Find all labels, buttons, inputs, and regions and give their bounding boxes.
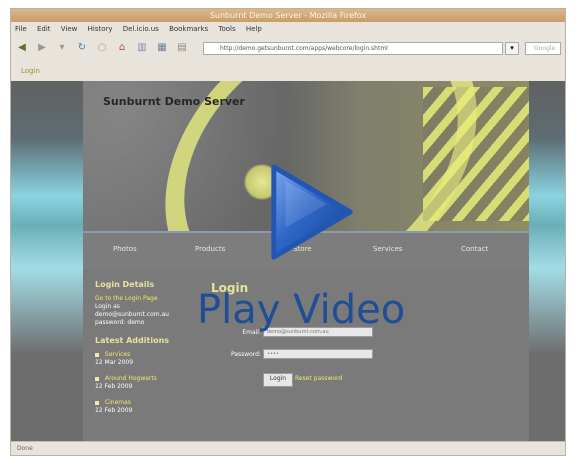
- search-placeholder: Google: [534, 45, 556, 52]
- calendar-icon[interactable]: ▦: [155, 41, 169, 55]
- login-heading: Login: [211, 281, 249, 295]
- window-titlebar: Sunburnt Demo Server - Mozilla Firefox: [11, 9, 565, 22]
- bullet-icon: [95, 376, 99, 381]
- chart-icon[interactable]: ▥: [135, 41, 149, 55]
- list-item: Cinemas 12 Feb 2009: [95, 399, 203, 415]
- password-field[interactable]: ••••: [263, 349, 373, 359]
- site-title: Sunburnt Demo Server: [103, 95, 245, 108]
- email-field[interactable]: demo@sunburnt.com.au: [263, 327, 373, 337]
- print-icon[interactable]: ▤: [175, 41, 189, 55]
- login-page-link[interactable]: Go to the Login Page: [95, 295, 203, 303]
- tab-bar: Login: [11, 65, 565, 82]
- login-details-heading: Login Details: [95, 280, 155, 289]
- page-content: Login Details Go to the Login Page Login…: [83, 269, 529, 441]
- latest-additions-heading: Latest Additions: [95, 336, 170, 345]
- latest-date-around-hogwarts: 12 Feb 2009: [95, 383, 133, 390]
- sidebar-content: Login Details Go to the Login Page Login…: [95, 281, 203, 423]
- bullet-icon: [95, 400, 99, 405]
- status-text: Done: [17, 445, 33, 452]
- email-value: demo@sunburnt.com.au: [267, 329, 329, 335]
- login-form: Login Email: demo@sunburnt.com.au Passwo…: [211, 281, 401, 387]
- back-icon[interactable]: ◀: [15, 41, 29, 55]
- password-label: Password:: [230, 351, 261, 358]
- menu-help[interactable]: Help: [246, 25, 262, 33]
- site-container: Sunburnt Demo Server Photos Products Sto…: [83, 81, 529, 441]
- password-hint: password: demo: [95, 319, 145, 326]
- latest-date-services: 12 Mar 2009: [95, 359, 134, 366]
- list-item: Services 12 Mar 2009: [95, 351, 203, 367]
- status-bar: Done: [11, 441, 565, 455]
- menubar: File Edit View History Del.icio.us Bookm…: [15, 25, 565, 37]
- go-button[interactable]: ▾: [505, 42, 519, 55]
- reset-password-link[interactable]: Reset password: [295, 375, 342, 382]
- home-icon[interactable]: ⌂: [115, 41, 129, 55]
- menu-edit[interactable]: Edit: [37, 25, 51, 33]
- url-text: http://demo.getsunburnt.com/apps/webcore…: [220, 45, 388, 52]
- reload-icon[interactable]: ↻: [75, 41, 89, 55]
- login-as-label: Login as: [95, 303, 120, 310]
- password-value: ••••: [267, 351, 279, 357]
- nav-store[interactable]: Store: [293, 245, 312, 253]
- menu-view[interactable]: View: [61, 25, 78, 33]
- bullet-icon: [95, 352, 99, 357]
- menu-delicious[interactable]: Del.icio.us: [123, 25, 159, 33]
- dropdown-icon[interactable]: ▾: [55, 41, 69, 55]
- latest-link-around-hogwarts[interactable]: Around Hogwarts: [105, 375, 157, 382]
- menu-bookmarks[interactable]: Bookmarks: [169, 25, 208, 33]
- hero-light: [243, 164, 281, 200]
- address-bar[interactable]: http://demo.getsunburnt.com/apps/webcore…: [203, 42, 503, 55]
- latest-link-cinemas[interactable]: Cinemas: [105, 399, 131, 406]
- menu-tools[interactable]: Tools: [218, 25, 235, 33]
- menu-file[interactable]: File: [15, 25, 27, 33]
- left-page-band: [11, 81, 83, 441]
- tab-login[interactable]: Login: [21, 67, 40, 75]
- nav-contact[interactable]: Contact: [461, 245, 488, 253]
- email-label: Email:: [242, 329, 261, 336]
- forward-icon[interactable]: ▶: [35, 41, 49, 55]
- menu-history[interactable]: History: [88, 25, 113, 33]
- site-navigation: Photos Products Store Services Contact: [83, 231, 529, 271]
- window-title: Sunburnt Demo Server - Mozilla Firefox: [209, 11, 367, 20]
- nav-photos[interactable]: Photos: [113, 245, 137, 253]
- right-page-band: [527, 81, 565, 441]
- hero-banner: Sunburnt Demo Server: [83, 81, 529, 231]
- latest-date-cinemas: 12 Feb 2009: [95, 407, 133, 414]
- hero-stripes: [423, 87, 529, 221]
- nav-products[interactable]: Products: [195, 245, 225, 253]
- list-item: Around Hogwarts 12 Feb 2009: [95, 375, 203, 391]
- stop-icon[interactable]: ○: [95, 41, 109, 55]
- latest-additions-list: Services 12 Mar 2009 Around Hogwarts 12 …: [95, 351, 203, 415]
- browser-window: Sunburnt Demo Server - Mozilla Firefox F…: [10, 8, 566, 456]
- latest-link-services[interactable]: Services: [105, 351, 130, 358]
- nav-services[interactable]: Services: [373, 245, 403, 253]
- navigation-toolbar: ◀ ▶ ▾ ↻ ○ ⌂ ▥ ▦ ▤ http://demo.getsunburn…: [15, 40, 561, 58]
- login-button[interactable]: Login: [263, 373, 293, 387]
- web-page-viewport: Sunburnt Demo Server Photos Products Sto…: [11, 81, 565, 441]
- login-email-text: demo@sunburnt.com.au: [95, 311, 169, 318]
- search-box[interactable]: Google: [525, 42, 561, 55]
